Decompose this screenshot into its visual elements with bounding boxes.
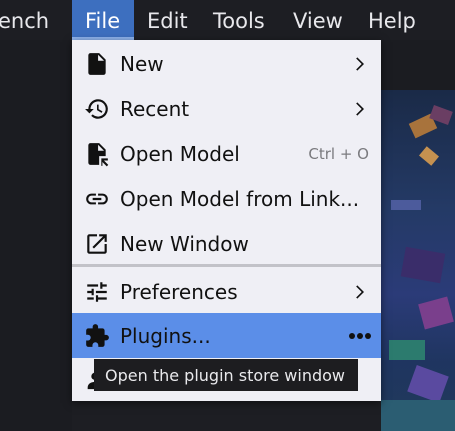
menu-item-new[interactable]: New [72, 41, 381, 86]
app-title-partial: ench [0, 9, 50, 33]
toolbar-area [381, 40, 455, 90]
more-horizontal-icon[interactable] [349, 333, 371, 339]
link-icon [84, 186, 110, 212]
shortcut-label: Ctrl + O [308, 145, 369, 163]
file-menu-dropdown: New Recent Open Model Ctrl + O Open Mode… [72, 40, 381, 401]
menu-item-open-model[interactable]: Open Model Ctrl + O [72, 131, 381, 176]
chevron-right-icon [349, 99, 369, 119]
menu-file[interactable]: File [72, 0, 134, 40]
menu-edit[interactable]: Edit [147, 0, 188, 40]
menu-item-preferences[interactable]: Preferences [72, 269, 381, 314]
left-panel [0, 40, 72, 431]
3d-viewport[interactable] [381, 90, 455, 431]
open-in-new-icon [84, 231, 110, 257]
menu-bar: ench File Edit Tools View Help [0, 0, 455, 40]
file-open-icon [84, 141, 110, 167]
file-icon [84, 51, 110, 77]
history-icon [84, 96, 110, 122]
chevron-right-icon [349, 54, 369, 74]
menu-help[interactable]: Help [368, 0, 416, 40]
menu-item-new-window[interactable]: New Window [72, 221, 381, 266]
menu-view[interactable]: View [293, 0, 343, 40]
menu-item-recent[interactable]: Recent [72, 86, 381, 131]
puzzle-icon [84, 323, 110, 349]
menu-tools[interactable]: Tools [213, 0, 265, 40]
tooltip: Open the plugin store window [94, 359, 358, 391]
menu-item-open-model-from-link[interactable]: Open Model from Link... [72, 176, 381, 221]
menu-separator [72, 264, 381, 267]
menu-item-plugins[interactable]: Plugins... [72, 313, 381, 358]
chevron-right-icon [349, 282, 369, 302]
tune-icon [84, 279, 110, 305]
